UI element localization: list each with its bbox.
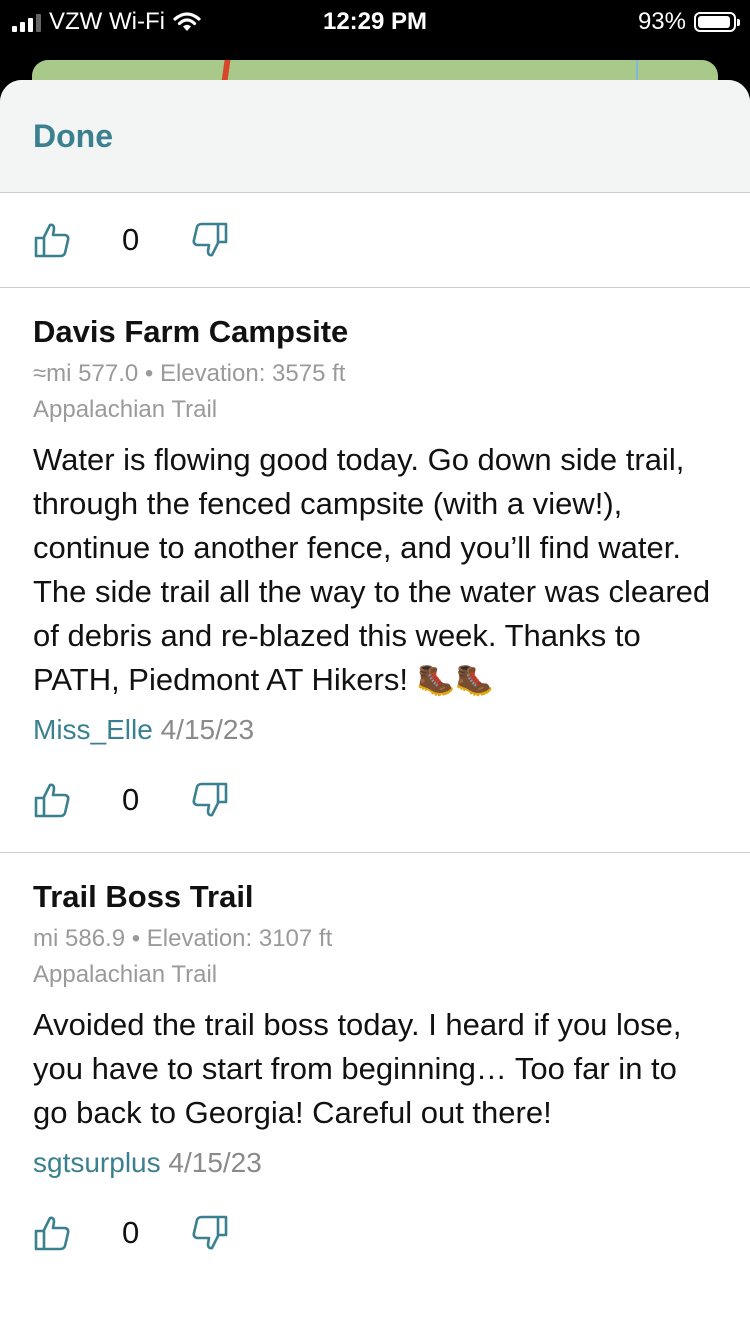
comments-sheet: Done 0 Davis Farm Campsite ≈mi 577.0 • E… — [0, 80, 750, 1334]
status-bar: VZW Wi-Fi 12:29 PM 93% — [0, 0, 750, 40]
author-link[interactable]: Miss_Elle — [33, 714, 153, 745]
vote-row: 0 — [0, 748, 750, 852]
comment-text: Water is flowing good today. Go down sid… — [33, 442, 711, 697]
comment-trail: Appalachian Trail — [33, 961, 218, 988]
thumbs-down-icon[interactable] — [190, 780, 230, 820]
vote-count: 0 — [122, 1215, 140, 1250]
hiking-boot-icon: 🥾🥾 — [416, 662, 494, 697]
comment-item: Trail Boss Trail mi 586.9 • Elevation: 3… — [0, 853, 750, 1181]
battery-percent: 93% — [637, 8, 686, 35]
author-link[interactable]: sgtsurplus — [33, 1147, 161, 1178]
vote-row: 0 — [0, 193, 750, 287]
thumbs-up-icon[interactable] — [32, 1213, 72, 1253]
sheet-header: Done — [0, 80, 750, 193]
battery-icon — [694, 12, 740, 32]
comment-body: Avoided the trail boss today. I heard if… — [33, 1007, 682, 1130]
thumbs-up-icon[interactable] — [32, 780, 72, 820]
comment-date: 4/15/23 — [168, 1147, 262, 1178]
comment-title[interactable]: Davis Farm Campsite — [33, 288, 717, 350]
thumbs-down-icon[interactable] — [190, 220, 230, 260]
comment-date: 4/15/23 — [160, 714, 255, 745]
thumbs-down-icon[interactable] — [190, 1213, 230, 1253]
comment-meta: mi 586.9 • Elevation: 3107 ft — [33, 925, 333, 952]
vote-count: 0 — [122, 222, 140, 257]
vote-count: 0 — [122, 782, 140, 817]
done-button[interactable]: Done — [33, 118, 113, 155]
comment-body: Water is flowing good today. Go down sid… — [33, 438, 717, 702]
comment-title[interactable]: Trail Boss Trail — [33, 853, 717, 915]
comment-trail: Appalachian Trail — [33, 396, 218, 423]
vote-row: 0 — [0, 1181, 750, 1285]
comment-meta: ≈mi 577.0 • Elevation: 3575 ft — [33, 360, 346, 387]
thumbs-up-icon[interactable] — [32, 220, 72, 260]
comment-author-line: Miss_Elle 4/15/23 — [33, 712, 717, 748]
comment-item: Davis Farm Campsite ≈mi 577.0 • Elevatio… — [0, 288, 750, 748]
comment-author-line: sgtsurplus 4/15/23 — [33, 1145, 717, 1181]
